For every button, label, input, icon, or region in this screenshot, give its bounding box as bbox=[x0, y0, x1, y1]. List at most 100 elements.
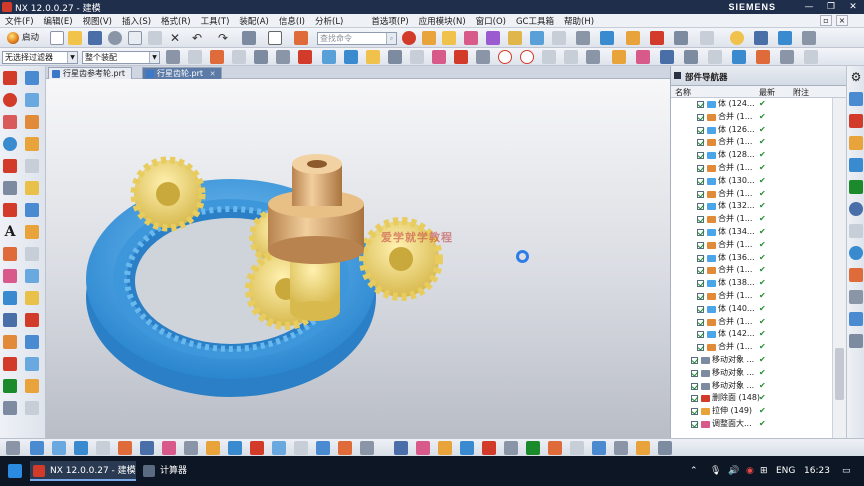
edit-icon-8[interactable] bbox=[548, 441, 562, 455]
revolve-icon[interactable] bbox=[442, 31, 456, 45]
visibility-checkbox[interactable] bbox=[697, 254, 704, 262]
menu-file[interactable]: 文件(F) bbox=[0, 15, 39, 27]
split-body-icon[interactable] bbox=[25, 401, 39, 415]
navigator-row[interactable]: 移动对象 ... ✔ bbox=[671, 354, 833, 367]
snap-curve-icon[interactable] bbox=[454, 50, 468, 64]
redo-icon[interactable]: ↷ bbox=[216, 31, 230, 45]
snap-spline-icon[interactable] bbox=[780, 50, 794, 64]
edit-icon-1[interactable] bbox=[394, 441, 408, 455]
feature-select-icon[interactable] bbox=[188, 50, 202, 64]
start-button[interactable]: 启动 bbox=[4, 31, 43, 45]
restore-doc-button[interactable]: ▫ bbox=[820, 15, 832, 26]
navigator-row[interactable]: 合并 (1... ✔ bbox=[671, 290, 833, 303]
surface-icon-2[interactable] bbox=[52, 441, 66, 455]
command-search-input[interactable]: 查找命令 ⌕ bbox=[317, 32, 397, 45]
repeat-command-icon[interactable] bbox=[242, 31, 256, 45]
cut-icon[interactable] bbox=[108, 31, 122, 45]
snap-polyline-icon[interactable] bbox=[476, 50, 490, 64]
surface-icon-5[interactable] bbox=[118, 441, 132, 455]
snap-arc-icon[interactable] bbox=[432, 50, 446, 64]
visualization-icon[interactable] bbox=[849, 334, 863, 348]
snap-edge-icon[interactable] bbox=[732, 50, 746, 64]
navigator-row[interactable]: 体 (132... ✔ bbox=[671, 200, 833, 213]
join-curve-icon[interactable] bbox=[3, 313, 17, 327]
maximize-button[interactable]: ❐ bbox=[820, 0, 842, 14]
menu-window[interactable]: 窗口(O) bbox=[471, 15, 511, 27]
edit-icon-6[interactable] bbox=[504, 441, 518, 455]
edit-icon-7[interactable] bbox=[526, 441, 540, 455]
surface-icon-13[interactable] bbox=[294, 441, 308, 455]
visibility-checkbox[interactable] bbox=[697, 190, 704, 198]
surface-icon-7[interactable] bbox=[162, 441, 176, 455]
speaker-icon[interactable]: 🔊 bbox=[728, 456, 739, 486]
extrude-icon[interactable] bbox=[422, 31, 436, 45]
pin-icon[interactable] bbox=[674, 72, 681, 79]
visibility-checkbox[interactable] bbox=[697, 152, 704, 160]
layer-icon[interactable] bbox=[754, 31, 768, 45]
assembly-navigator-icon[interactable] bbox=[849, 92, 863, 106]
navigator-row[interactable]: 删除面 (148) ✔ bbox=[671, 392, 833, 405]
surface-icon-9[interactable] bbox=[206, 441, 220, 455]
snap-settings-icon[interactable] bbox=[804, 50, 818, 64]
surface-icon-4[interactable] bbox=[96, 441, 110, 455]
snap-midpoint-icon[interactable] bbox=[388, 50, 402, 64]
intersect-curve-icon[interactable] bbox=[3, 269, 17, 283]
visibility-checkbox[interactable] bbox=[691, 356, 698, 364]
navigator-row[interactable]: 体 (126... ✔ bbox=[671, 124, 833, 137]
notification-icon[interactable]: ▭ bbox=[842, 456, 851, 486]
edit-icon-5[interactable] bbox=[482, 441, 496, 455]
system-materials-icon[interactable] bbox=[849, 224, 863, 238]
menu-analysis[interactable]: 分析(L) bbox=[310, 15, 348, 27]
navigator-scrollbar[interactable] bbox=[832, 98, 846, 438]
chamfer-icon[interactable] bbox=[530, 31, 544, 45]
slot-icon[interactable] bbox=[25, 291, 39, 305]
taskbar-item-nx[interactable]: NX 12.0.0.27 - 建模 bbox=[30, 461, 136, 481]
edit-icon-10[interactable] bbox=[592, 441, 606, 455]
box-select-icon[interactable] bbox=[298, 50, 312, 64]
visibility-checkbox[interactable] bbox=[697, 216, 704, 224]
process-studio-icon[interactable] bbox=[849, 246, 863, 260]
edit-icon-9[interactable] bbox=[570, 441, 584, 455]
datum-icon[interactable] bbox=[3, 401, 17, 415]
menu-assembly[interactable]: 装配(A) bbox=[234, 15, 273, 27]
navigator-row[interactable]: 移动对象 ... ✔ bbox=[671, 367, 833, 380]
visibility-checkbox[interactable] bbox=[697, 331, 704, 339]
sew-icon[interactable] bbox=[25, 357, 39, 371]
cylinder-icon[interactable] bbox=[25, 93, 39, 107]
assembly-scope-select[interactable]: 整个装配 ▼ bbox=[82, 51, 160, 64]
pattern-icon[interactable] bbox=[576, 31, 590, 45]
visibility-checkbox[interactable] bbox=[697, 126, 704, 134]
hole-left-icon[interactable] bbox=[25, 203, 39, 217]
navigator-row[interactable]: 体 (134... ✔ bbox=[671, 226, 833, 239]
snap-quadrant-icon[interactable] bbox=[520, 50, 534, 64]
boolean-icon[interactable] bbox=[486, 31, 500, 45]
web-browser-icon[interactable] bbox=[849, 180, 863, 194]
select-all-icon[interactable] bbox=[166, 50, 180, 64]
sel-icon-1[interactable] bbox=[6, 441, 20, 455]
surface-icon-6[interactable] bbox=[140, 441, 154, 455]
surface-icon-15[interactable] bbox=[338, 441, 352, 455]
navigator-row[interactable]: 合并 (1... ✔ bbox=[671, 188, 833, 201]
edit-icon-2[interactable] bbox=[416, 441, 430, 455]
taskbar-item-calculator[interactable]: 计算器 bbox=[140, 461, 200, 481]
snap-center-icon[interactable] bbox=[498, 50, 512, 64]
patch-icon[interactable] bbox=[25, 379, 39, 393]
helix-icon[interactable] bbox=[3, 181, 17, 195]
groove-icon[interactable] bbox=[25, 313, 39, 327]
roles-icon[interactable] bbox=[849, 268, 863, 282]
minimize-button[interactable]: — bbox=[798, 0, 820, 14]
thicken-icon[interactable] bbox=[25, 335, 39, 349]
snap-existing-point-icon[interactable] bbox=[564, 50, 578, 64]
shell-icon[interactable] bbox=[552, 31, 566, 45]
snap-face-icon[interactable] bbox=[612, 50, 626, 64]
navigator-row[interactable]: 合并 (1... ✔ bbox=[671, 264, 833, 277]
tab-planetary-gear[interactable]: 行星齿轮.prt ✕ bbox=[142, 67, 223, 79]
menu-gc-toolbox[interactable]: GC工具箱 bbox=[511, 15, 559, 27]
navigator-row[interactable]: 合并 (1... ✔ bbox=[671, 136, 833, 149]
revolve-left-icon[interactable] bbox=[25, 181, 39, 195]
trim-curve-icon[interactable] bbox=[3, 335, 17, 349]
undo-icon[interactable]: ↶ bbox=[190, 31, 204, 45]
visibility-checkbox[interactable] bbox=[697, 241, 704, 249]
edit-icon-12[interactable] bbox=[636, 441, 650, 455]
close-button[interactable]: ✕ bbox=[842, 0, 864, 14]
